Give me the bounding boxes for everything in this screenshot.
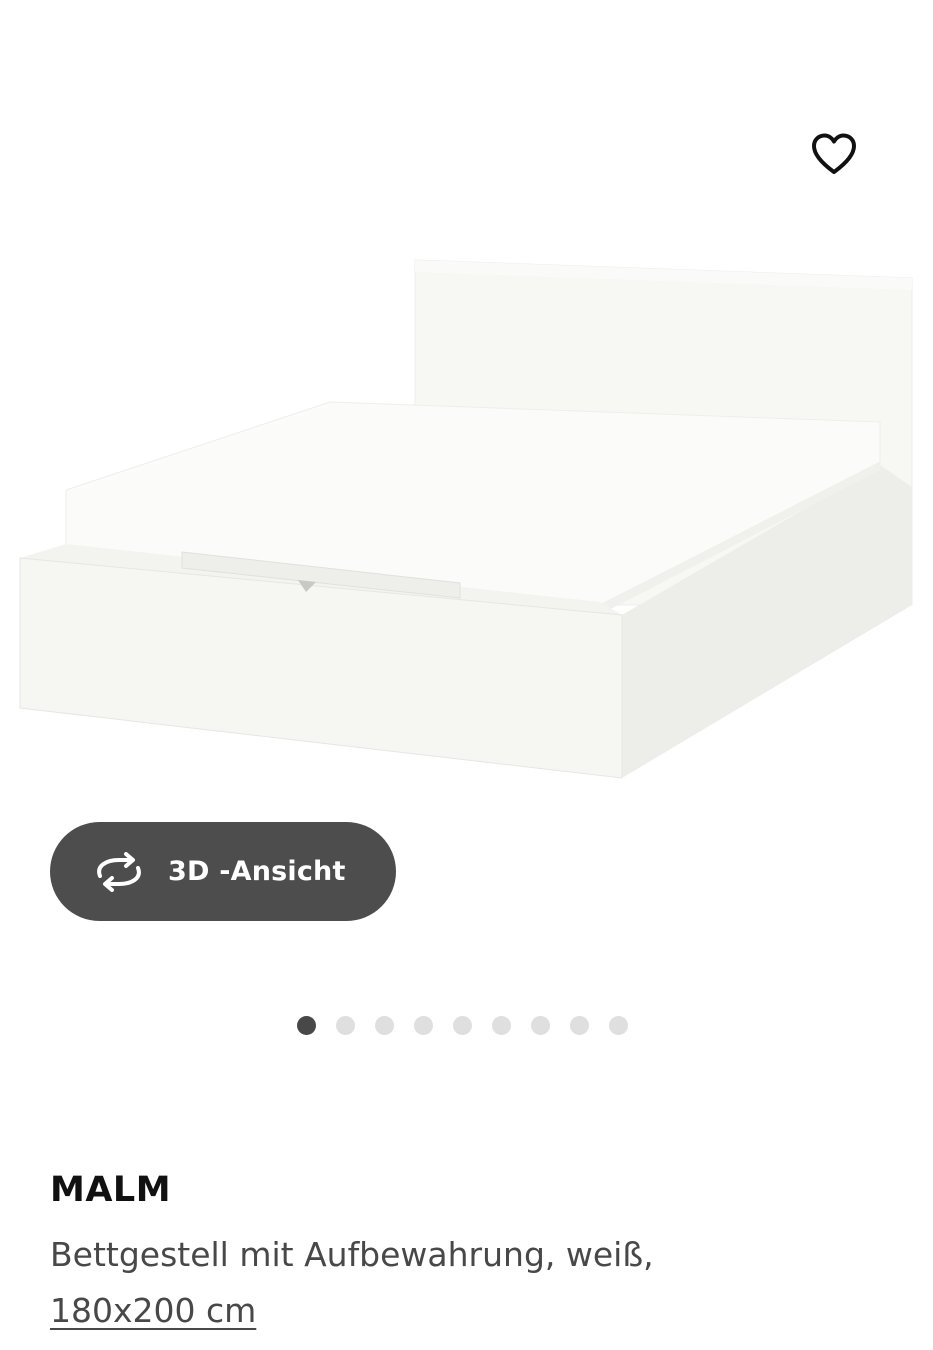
carousel-dot[interactable] [414, 1015, 433, 1035]
carousel-dots [297, 1015, 628, 1035]
product-image[interactable] [0, 240, 933, 800]
rotate-arrows-icon [92, 851, 146, 892]
view-3d-label: 3D -Ansicht [168, 856, 346, 887]
carousel-dot[interactable] [297, 1015, 316, 1035]
view-3d-button[interactable]: 3D -Ansicht [50, 822, 396, 921]
carousel-dot[interactable] [375, 1015, 394, 1035]
product-page: 3D -Ansicht MALM Bettgestell mit Aufbewa… [0, 0, 933, 1350]
carousel-dot[interactable] [609, 1015, 628, 1035]
product-size-link[interactable]: 180x200 cm [50, 1284, 256, 1338]
favorite-button[interactable] [806, 126, 862, 182]
carousel-dot[interactable] [336, 1015, 355, 1035]
carousel-dot[interactable] [531, 1015, 550, 1035]
carousel-dot[interactable] [570, 1015, 589, 1035]
product-description: Bettgestell mit Aufbewahrung, weiß, [50, 1235, 654, 1274]
heart-outline-icon [812, 133, 856, 174]
carousel-dot[interactable] [453, 1015, 472, 1035]
product-name: MALM [50, 1170, 172, 1210]
carousel-dot[interactable] [492, 1015, 511, 1035]
